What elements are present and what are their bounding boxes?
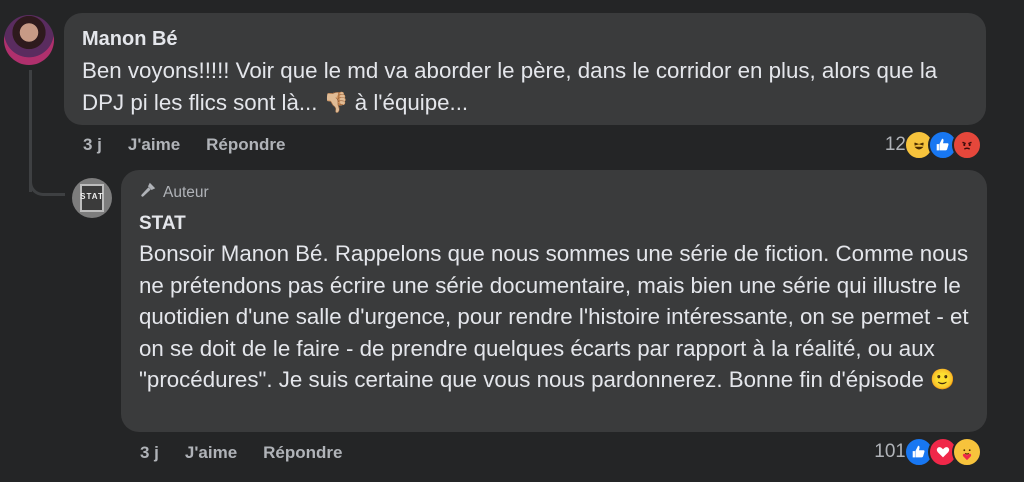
reply-bubble: Auteur STAT Bonsoir Manon Bé. Rappelons … [121, 170, 987, 432]
reply-button[interactable]: Répondre [263, 443, 342, 463]
avatar[interactable]: STAT [72, 178, 112, 218]
comment-text-part: Bonsoir Manon Bé. Rappelons que nous som… [139, 241, 969, 392]
avatar-text: STAT [80, 192, 104, 201]
comment-author[interactable]: STAT [139, 212, 969, 236]
author-badge-label: Auteur [163, 183, 209, 201]
avatar[interactable] [4, 15, 54, 65]
comment-text: Bonsoir Manon Bé. Rappelons que nous som… [139, 238, 969, 397]
reply-button[interactable]: Répondre [206, 135, 285, 155]
reaction-count: 12 [884, 134, 906, 155]
reaction-summary[interactable]: 101 [874, 437, 982, 467]
reaction-count: 101 [874, 441, 906, 462]
comment-text-part: Ben voyons!!!!! Voir que le md va aborde… [82, 58, 938, 115]
angry-icon [952, 130, 982, 160]
smile-emoji: 🙂 [930, 369, 955, 392]
like-button[interactable]: J'aime [128, 135, 180, 155]
comment-actions: 3 j J'aime Répondre [140, 443, 343, 463]
author-badge: Auteur [139, 181, 969, 204]
comment-timestamp[interactable]: 3 j [83, 135, 102, 155]
comment-bubble: Manon Bé Ben voyons!!!!! Voir que le md … [64, 13, 986, 125]
reaction-summary[interactable]: 12 [885, 130, 982, 160]
thread-connector [29, 170, 65, 196]
microphone-icon [139, 181, 157, 204]
comment-actions: 3 j J'aime Répondre [83, 135, 286, 155]
thumbs-down-emoji: 👎🏼 [323, 91, 349, 114]
care-icon [952, 437, 982, 467]
comment-author[interactable]: Manon Bé [82, 27, 968, 51]
comment-text: Ben voyons!!!!! Voir que le md va aborde… [82, 55, 968, 119]
comment-text-part: à l'équipe... [348, 89, 469, 115]
comment-timestamp[interactable]: 3 j [140, 443, 159, 463]
like-button[interactable]: J'aime [185, 443, 237, 463]
